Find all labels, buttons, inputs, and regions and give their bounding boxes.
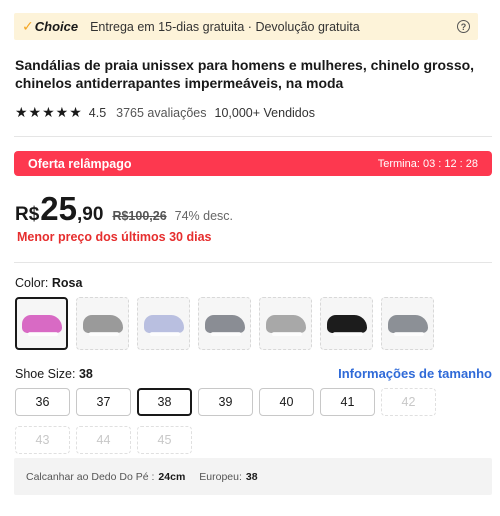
color-swatch[interactable] (320, 297, 373, 350)
shoe-thumbnail (143, 314, 184, 336)
choice-benefits-text: Entrega em 15-dias gratuita · Devolução … (90, 19, 360, 34)
price-decimal: ,90 (77, 204, 104, 225)
size-guide-link[interactable]: Informações de tamanho (338, 366, 492, 381)
color-swatch[interactable] (198, 297, 251, 350)
shoe-thumbnail (265, 314, 306, 336)
size-measurement-info: Calcanhar ao Dedo Do Pé : 24cm Europeu: … (14, 458, 492, 495)
rating-value: 4.5 (88, 105, 107, 120)
eu-size-value: 38 (245, 470, 258, 483)
choice-banner[interactable]: ✓ Choice Entrega em 15-dias gratuita · D… (14, 13, 478, 40)
color-swatch[interactable] (15, 297, 68, 350)
eu-size-label: Europeu: (199, 470, 242, 483)
size-label: Shoe Size: 38 (15, 367, 93, 381)
size-option: 44 (76, 426, 131, 454)
original-price: R$100,26 (112, 209, 167, 223)
lowest-price-note: Menor preço dos últimos 30 dias (17, 230, 212, 244)
size-option[interactable]: 41 (320, 388, 375, 416)
size-selected-value: 38 (78, 367, 93, 381)
color-swatch[interactable] (137, 297, 190, 350)
question-circle-icon[interactable]: ? (457, 20, 470, 33)
color-label: Color: Rosa (15, 276, 82, 290)
price-row: R$ 25 ,90 R$100,26 74% desc. (15, 190, 233, 228)
color-swatch-list (15, 297, 434, 350)
color-swatch[interactable] (76, 297, 129, 350)
size-option: 43 (15, 426, 70, 454)
shoe-thumbnail (387, 314, 428, 336)
reviews-count[interactable]: 3765 avaliações (116, 106, 206, 120)
product-title: Sandálias de praia unissex para homens e… (15, 57, 475, 91)
size-option[interactable]: 40 (259, 388, 314, 416)
shoe-thumbnail (21, 314, 62, 336)
heel-to-toe-label: Calcanhar ao Dedo Do Pé : (26, 470, 155, 483)
color-swatch[interactable] (381, 297, 434, 350)
shoe-thumbnail (326, 314, 367, 336)
size-option[interactable]: 36 (15, 388, 70, 416)
shoe-thumbnail (204, 314, 245, 336)
price-currency: R$ (15, 204, 40, 225)
color-selected-value: Rosa (51, 276, 83, 290)
shoe-thumbnail (82, 314, 123, 336)
size-option[interactable]: 38 (137, 388, 192, 416)
price-integer: 25 (40, 190, 78, 227)
size-label-title: Shoe Size: (15, 367, 76, 381)
check-icon: ✓ (22, 18, 34, 34)
heel-to-toe-value: 24cm (158, 470, 186, 483)
size-option-list: 36 37 38 39 40 41 42 43 44 45 (15, 388, 495, 454)
choice-badge-label: Choice (34, 19, 79, 34)
size-option[interactable]: 37 (76, 388, 131, 416)
divider (14, 262, 492, 263)
divider (14, 136, 492, 137)
color-label-title: Color: (15, 276, 49, 290)
flash-deal-label: Oferta relâmpago (28, 156, 132, 171)
size-option[interactable]: 39 (198, 388, 253, 416)
flash-deal-timer: Termina: 03 : 12 : 28 (377, 157, 478, 170)
size-option: 42 (381, 388, 436, 416)
discount-badge: 74% desc. (174, 209, 234, 223)
flash-deal-banner: Oferta relâmpago Termina: 03 : 12 : 28 (14, 151, 492, 176)
size-option: 45 (137, 426, 192, 454)
star-rating-icon: ★★★★★ (15, 104, 83, 120)
sold-count: 10,000+ Vendidos (214, 105, 315, 120)
choice-badge: ✓ Choice (22, 18, 78, 35)
rating-row[interactable]: ★★★★★ 4.5 3765 avaliações 10,000+ Vendid… (15, 104, 315, 121)
color-swatch[interactable] (259, 297, 312, 350)
